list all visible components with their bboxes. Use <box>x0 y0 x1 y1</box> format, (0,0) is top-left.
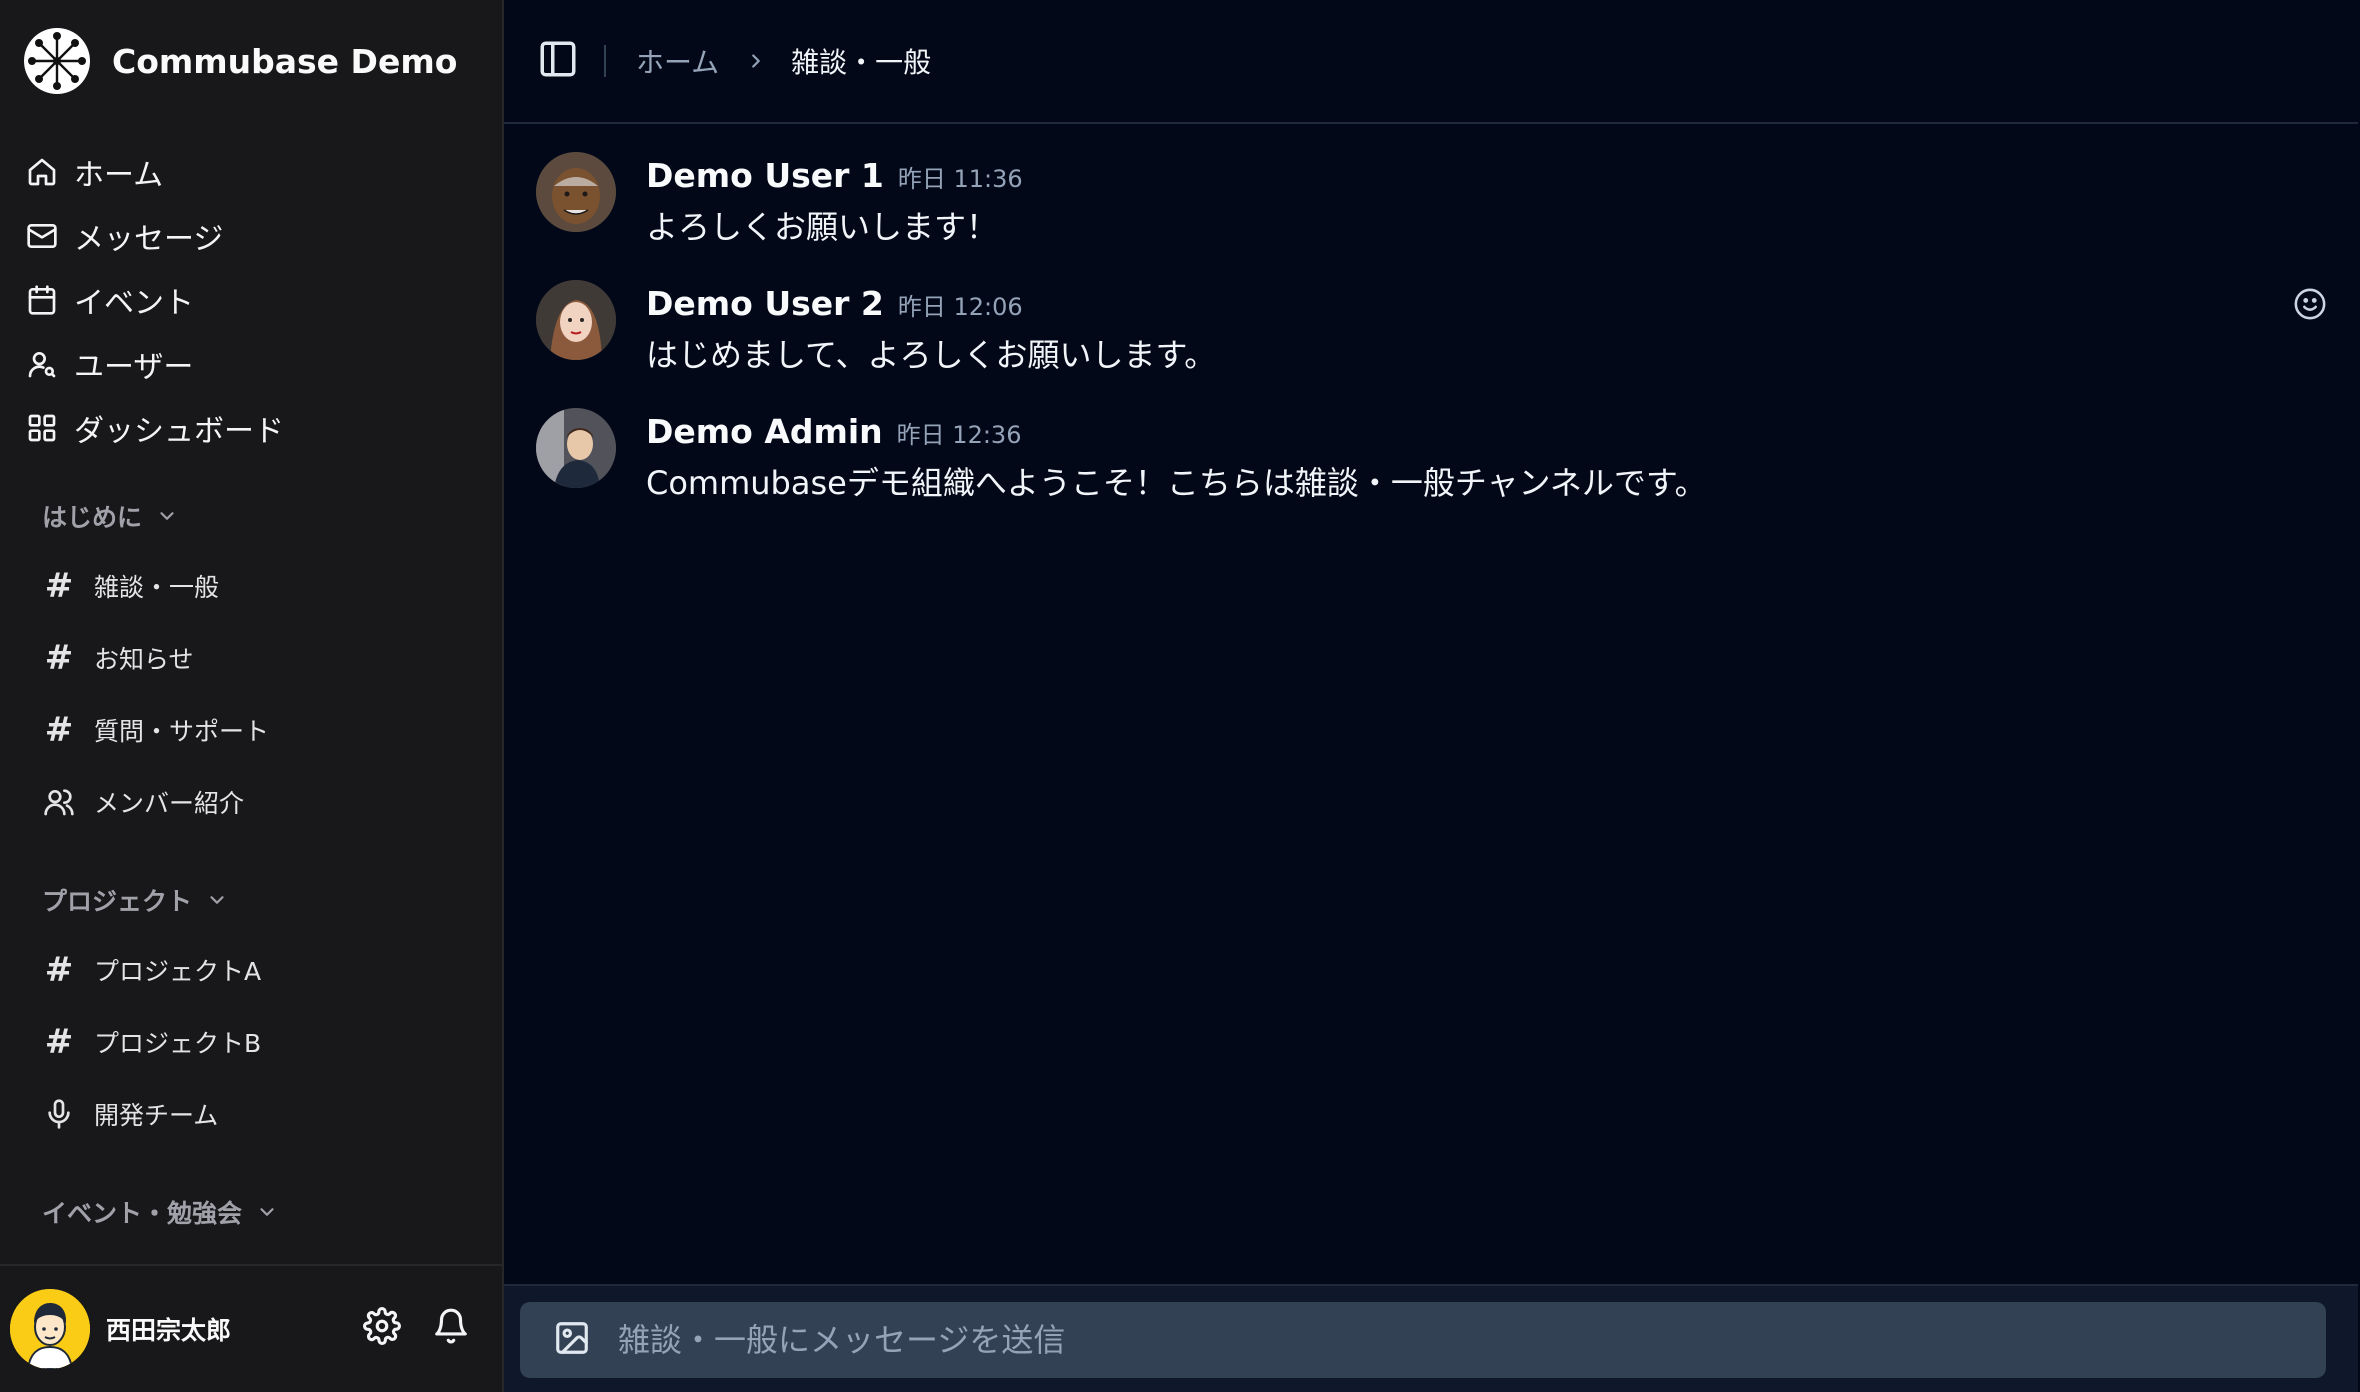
main-panel: ホーム 雑談・一般 Demo User 1 昨日 11:36 よろしくお願いしま… <box>504 0 2360 1392</box>
sidebar-toggle-button[interactable] <box>534 37 582 85</box>
message-header: Demo Admin 昨日 12:36 <box>646 412 1021 451</box>
message-item: Demo User 2 昨日 12:06 はじめまして、よろしくお願いします。 <box>536 266 2336 376</box>
chevron-down-icon <box>256 1200 280 1224</box>
message-text: よろしくお願いします！ <box>646 208 999 246</box>
breadcrumb: ホーム 雑談・一般 <box>606 41 931 81</box>
section-header[interactable]: イベント・勉強会 <box>24 1188 480 1236</box>
channel-item-project-a[interactable]: # プロジェクトA <box>24 934 480 1006</box>
top-bar: ホーム 雑談・一般 <box>504 0 2358 124</box>
nav-item-label: ダッシュボード <box>74 414 284 449</box>
app-root: Commubase Demo ホーム メッセージ イベント ユーザー ダッシュボ… <box>0 0 2360 1392</box>
channel-section-getting-started: はじめに # 雑談・一般 # お知らせ # 質問・サポート メンバー紹介 <box>24 492 480 838</box>
channel-label: お知らせ <box>94 645 194 674</box>
message-timestamp: 昨日 11:36 <box>897 165 1023 193</box>
message-item: Demo User 1 昨日 11:36 よろしくお願いします！ <box>536 138 2336 248</box>
nav-item-label: ユーザー <box>74 350 194 385</box>
chevron-right-icon <box>745 49 769 73</box>
channel-label: プロジェクトA <box>94 957 262 986</box>
avatar[interactable] <box>10 1289 90 1369</box>
message-composer <box>520 1302 2326 1378</box>
channel-section-projects: プロジェクト # プロジェクトA # プロジェクトB 開発チーム <box>24 876 480 1150</box>
message-author[interactable]: Demo User 1 <box>646 156 884 195</box>
dashboard-grid-icon <box>24 410 60 446</box>
section-header[interactable]: はじめに <box>24 492 480 540</box>
current-user-name: 西田宗太郎 <box>106 1316 232 1345</box>
nav-item-label: ホーム <box>74 158 164 193</box>
section-title: イベント・勉強会 <box>42 1199 243 1228</box>
chevron-down-icon <box>206 888 230 912</box>
brand-name: Commubase Demo <box>112 41 458 81</box>
message-text: はじめまして、よろしくお願いします。 <box>646 336 1217 374</box>
avatar[interactable] <box>536 152 616 232</box>
channel-label: プロジェクトB <box>94 1029 262 1058</box>
current-user-footer: 西田宗太郎 <box>0 1264 502 1392</box>
message-item: Demo Admin 昨日 12:36 Commubaseデモ組織へようこそ！こ… <box>536 394 2336 504</box>
notifications-button[interactable] <box>425 1302 477 1354</box>
hash-icon: # <box>44 566 74 606</box>
nav-item-label: メッセージ <box>74 222 224 257</box>
calendar-icon <box>24 282 60 318</box>
nav-item-home[interactable]: ホーム <box>24 140 480 204</box>
message-timestamp: 昨日 12:36 <box>896 421 1022 449</box>
gear-icon <box>363 1307 401 1349</box>
brand-logo-icon <box>24 28 90 94</box>
hash-icon: # <box>44 638 74 678</box>
panel-left-icon <box>537 38 579 84</box>
image-icon <box>553 1319 591 1361</box>
mail-icon <box>24 218 60 254</box>
users-icon <box>42 785 76 819</box>
user-search-icon <box>24 346 60 382</box>
nav-item-users[interactable]: ユーザー <box>24 332 480 396</box>
message-header: Demo User 1 昨日 11:36 <box>646 156 1023 195</box>
main-nav: ホーム メッセージ イベント ユーザー ダッシュボード <box>24 140 480 460</box>
channel-label: 雑談・一般 <box>94 573 220 602</box>
channel-label: 質問・サポート <box>94 717 270 746</box>
nav-item-label: イベント <box>74 286 194 321</box>
avatar[interactable] <box>536 280 616 360</box>
composer-area <box>504 1284 2358 1392</box>
channel-item-support[interactable]: # 質問・サポート <box>24 694 480 766</box>
brand[interactable]: Commubase Demo <box>24 28 457 94</box>
channel-section-events: イベント・勉強会 <box>24 1188 480 1236</box>
message-text: Commubaseデモ組織へようこそ！こちらは雑談・一般チャンネルです。 <box>646 464 1707 502</box>
sidebar: Commubase Demo ホーム メッセージ イベント ユーザー ダッシュボ… <box>0 0 504 1392</box>
message-author[interactable]: Demo User 2 <box>646 284 884 323</box>
channel-label: 開発チーム <box>94 1101 219 1130</box>
avatar[interactable] <box>536 408 616 488</box>
attach-image-button[interactable] <box>550 1318 594 1362</box>
microphone-icon <box>42 1097 76 1131</box>
add-reaction-button[interactable] <box>2290 286 2330 326</box>
chevron-down-icon <box>156 504 180 528</box>
nav-item-events[interactable]: イベント <box>24 268 480 332</box>
message-input[interactable] <box>618 1310 2298 1370</box>
settings-button[interactable] <box>356 1302 408 1354</box>
bell-icon <box>432 1307 470 1349</box>
nav-item-dashboard[interactable]: ダッシュボード <box>24 396 480 460</box>
section-title: プロジェクト <box>42 887 193 916</box>
breadcrumb-current: 雑談・一般 <box>791 46 932 79</box>
hash-icon: # <box>44 1022 74 1062</box>
channel-item-project-b[interactable]: # プロジェクトB <box>24 1006 480 1078</box>
section-header[interactable]: プロジェクト <box>24 876 480 924</box>
channel-item-dev-team[interactable]: 開発チーム <box>24 1078 480 1150</box>
breadcrumb-home-link[interactable]: ホーム <box>636 41 719 81</box>
channel-item-announcements[interactable]: # お知らせ <box>24 622 480 694</box>
hash-icon: # <box>44 710 74 750</box>
channel-item-general[interactable]: # 雑談・一般 <box>24 550 480 622</box>
message-timestamp: 昨日 12:06 <box>897 293 1023 321</box>
channel-item-members[interactable]: メンバー紹介 <box>24 766 480 838</box>
smiley-icon <box>2293 287 2327 325</box>
message-author[interactable]: Demo Admin <box>646 412 883 451</box>
home-icon <box>24 154 60 190</box>
hash-icon: # <box>44 950 74 990</box>
nav-item-messages[interactable]: メッセージ <box>24 204 480 268</box>
channel-label: メンバー紹介 <box>94 789 245 818</box>
message-header: Demo User 2 昨日 12:06 <box>646 284 1023 323</box>
section-title: はじめに <box>42 503 143 532</box>
